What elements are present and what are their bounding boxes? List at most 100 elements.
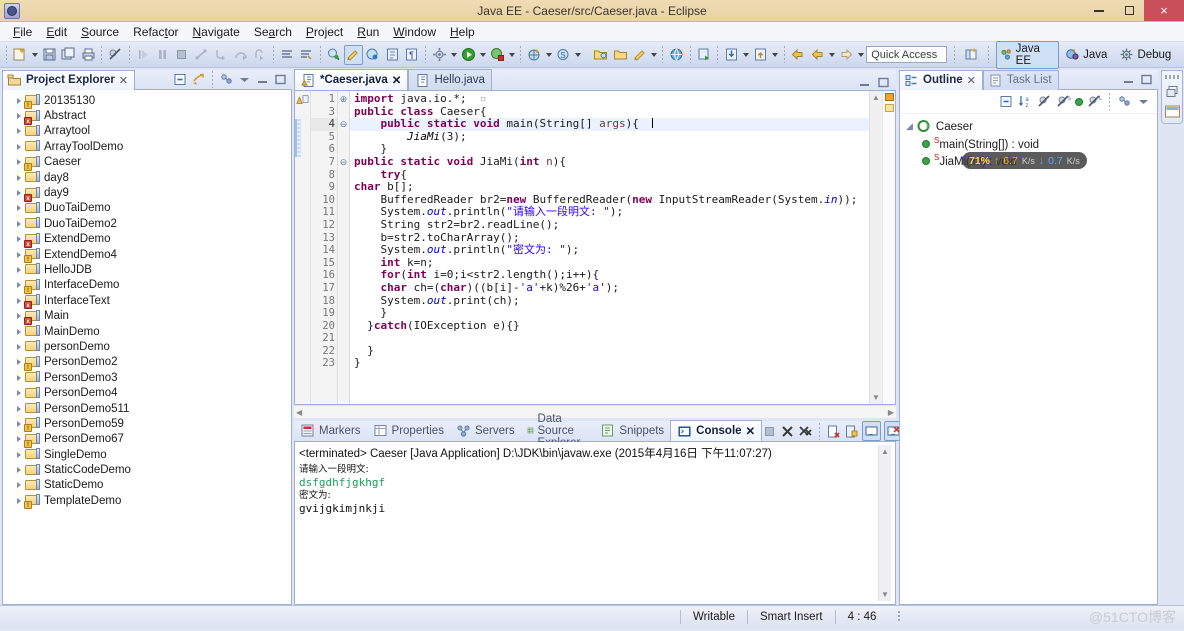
scroll-left-icon[interactable]: ◀ (296, 408, 302, 417)
tab-console[interactable]: Console ✕ (670, 420, 763, 441)
expand-twisty-icon[interactable] (13, 111, 24, 122)
code-line[interactable]: } (350, 357, 869, 370)
folding-gutter[interactable]: ⊕ ⊖ ⊖ (338, 91, 350, 404)
menu-source[interactable]: Source (74, 23, 126, 41)
expand-twisty-icon[interactable] (13, 172, 24, 183)
expand-twisty-icon[interactable] (13, 188, 24, 199)
expand-twisty-icon[interactable] (13, 249, 24, 260)
new-sql-icon[interactable]: S (554, 45, 572, 65)
link-icon[interactable] (1117, 94, 1132, 109)
print-icon[interactable] (79, 45, 97, 65)
scroll-right-icon[interactable]: ▶ (888, 408, 894, 417)
scroll-up-icon[interactable]: ▲ (881, 447, 889, 456)
view-menu-icon[interactable] (1136, 94, 1151, 109)
menu-run[interactable]: Run (350, 23, 386, 41)
tab-task-list[interactable]: Task List (982, 69, 1059, 90)
import-dropdown-icon[interactable] (742, 45, 751, 65)
project-tree-item[interactable]: x day9 (3, 185, 291, 202)
expand-twisty-icon[interactable]: ◢ (906, 121, 913, 132)
expand-twisty-icon[interactable] (13, 234, 24, 245)
expand-twisty-icon[interactable] (13, 357, 24, 368)
code-text[interactable]: import java.io.*; ▫ public class Caeser{ … (350, 91, 869, 404)
run-dropdown-icon[interactable] (478, 45, 487, 65)
code-line[interactable]: } (350, 306, 869, 320)
new-java-class-icon[interactable] (383, 45, 401, 65)
code-line[interactable] (350, 332, 869, 345)
scroll-up-icon[interactable]: ▲ (872, 93, 880, 102)
tab-markers[interactable]: Markers (294, 420, 367, 441)
back-history-icon[interactable] (789, 45, 807, 65)
editor-area-icon[interactable] (1164, 104, 1181, 119)
import-icon[interactable] (722, 45, 740, 65)
code-line[interactable]: String str2=br2.readLine(); (350, 218, 869, 232)
menu-window[interactable]: Window (386, 23, 443, 41)
expand-twisty-icon[interactable] (13, 203, 24, 214)
tab-project-explorer[interactable]: Project Explorer ✕ (2, 69, 136, 90)
code-line[interactable]: }catch(IOException e){} (350, 319, 869, 333)
code-line[interactable]: char b[]; (350, 180, 869, 194)
code-line[interactable]: try{ (350, 168, 869, 182)
tab-snippets[interactable]: Snippets (594, 420, 670, 441)
scroll-down-icon[interactable]: ▼ (881, 590, 889, 599)
project-tree-item[interactable]: SingleDemo (3, 447, 291, 462)
restore-view-icon[interactable] (1165, 84, 1180, 99)
link-with-editor-icon[interactable] (191, 72, 206, 87)
back-dropdown-icon[interactable] (827, 45, 836, 65)
project-tree-item[interactable]: personDemo (3, 339, 291, 354)
fast-view-grip[interactable] (1165, 75, 1179, 79)
project-tree-item[interactable]: StaticCodeDemo (3, 462, 291, 477)
project-tree-item[interactable]: HelloJDB (3, 262, 291, 277)
save-icon[interactable] (40, 45, 58, 65)
clear-console-icon[interactable] (826, 424, 841, 439)
step-into-icon[interactable] (212, 45, 230, 65)
close-icon[interactable]: ✕ (119, 74, 128, 87)
menu-file[interactable]: File (6, 23, 39, 41)
project-tree-item[interactable]: ! PersonDemo67 (3, 432, 291, 448)
project-tree-item[interactable]: ! InterfaceDemo (3, 278, 291, 294)
project-tree-item[interactable]: PersonDemo511 (3, 401, 291, 416)
step-return-icon[interactable] (250, 45, 268, 65)
fold-toggle-icon[interactable]: ⊕ (338, 93, 349, 106)
view-menu-icon[interactable] (219, 72, 234, 87)
tab-outline[interactable]: Outline ✕ (899, 69, 983, 90)
expand-twisty-icon[interactable] (13, 326, 24, 337)
editor-marker-gutter[interactable] (295, 91, 311, 404)
project-tree-item[interactable]: x Main (3, 308, 291, 325)
project-tree-item[interactable]: DuoTaiDemo (3, 201, 291, 216)
expand-twisty-icon[interactable] (13, 449, 24, 460)
project-tree-item[interactable]: ! Caeser (3, 155, 291, 171)
new-server-icon[interactable] (525, 45, 543, 65)
open-browser-icon[interactable] (667, 45, 685, 65)
project-tree-item[interactable]: x ExtendDemo (3, 232, 291, 248)
tab-servers[interactable]: Servers (450, 420, 521, 441)
editor-horizontal-scrollbar[interactable]: ◀ ▶ (294, 405, 896, 418)
expand-twisty-icon[interactable] (13, 465, 24, 476)
remove-launch-icon[interactable] (780, 424, 795, 439)
expand-twisty-icon[interactable] (13, 495, 24, 506)
expand-twisty-icon[interactable] (13, 418, 24, 429)
code-line[interactable]: JiaMi(3); (350, 130, 869, 144)
suspend-icon[interactable] (153, 45, 171, 65)
show-console-on-output-icon[interactable] (862, 421, 882, 441)
restore-button[interactable] (1114, 0, 1144, 21)
project-tree-item[interactable]: ! PersonDemo59 (3, 416, 291, 433)
expand-twisty-icon[interactable] (13, 372, 24, 383)
external-tools-icon[interactable] (430, 45, 448, 65)
close-icon[interactable]: ✕ (392, 73, 402, 87)
project-tree-item[interactable]: ! PersonDemo2 (3, 355, 291, 371)
open-folder-plain-icon[interactable] (611, 45, 629, 65)
quick-access-input[interactable]: Quick Access (866, 46, 948, 63)
maximize-icon[interactable] (876, 75, 891, 90)
menu-project[interactable]: Project (299, 23, 350, 41)
scroll-down-icon[interactable]: ▼ (872, 393, 880, 402)
code-line[interactable]: } (350, 344, 869, 358)
resume-icon[interactable] (134, 45, 152, 65)
project-tree-item[interactable]: ! ExtendDemo4 (3, 247, 291, 264)
perspective-debug[interactable]: Debug (1115, 45, 1177, 64)
toggle-breakpoint-icon[interactable] (106, 45, 124, 65)
remove-all-terminated-icon[interactable] (798, 424, 813, 439)
new-dropdown-icon[interactable] (30, 45, 39, 65)
expand-twisty-icon[interactable] (13, 295, 24, 306)
expand-twisty-icon[interactable] (13, 218, 24, 229)
edit-dropdown-icon[interactable] (650, 45, 659, 65)
